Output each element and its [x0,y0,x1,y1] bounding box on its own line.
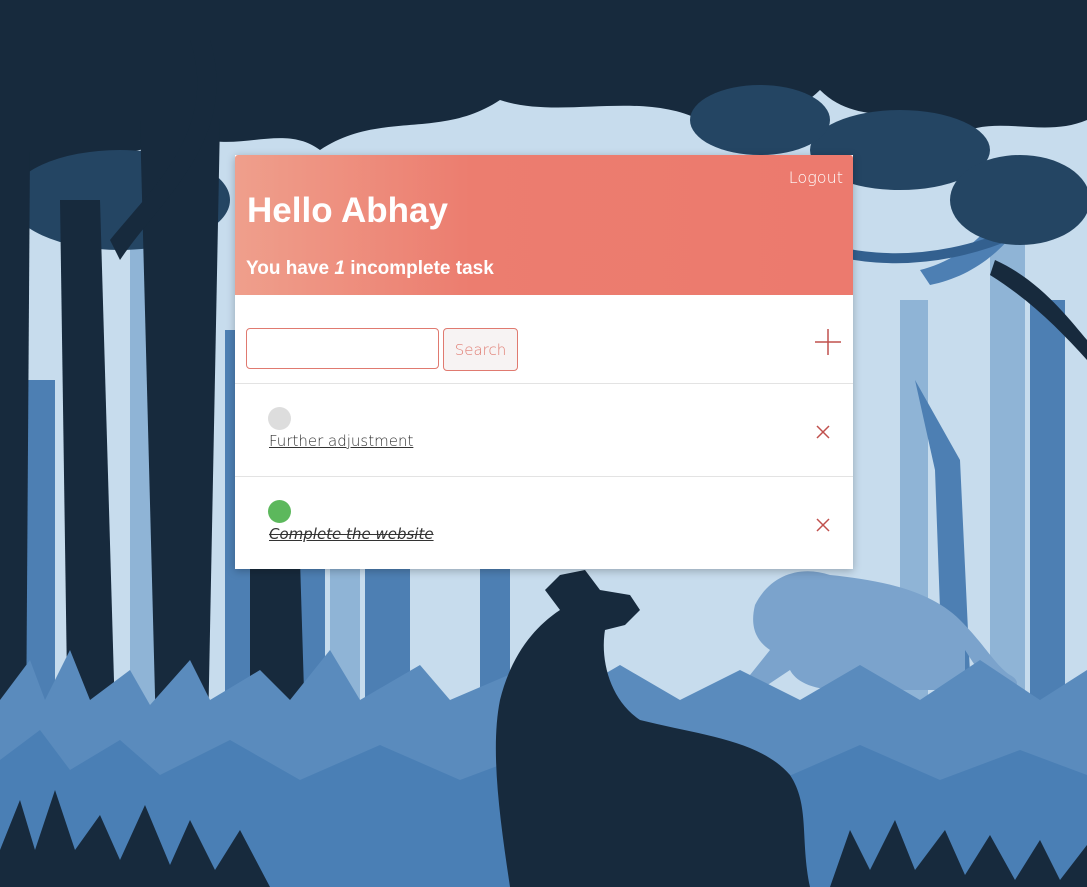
greeting-title: Hello Abhay [247,191,448,230]
close-icon[interactable] [815,424,831,440]
task-list: Further adjustment Complete the website [235,384,853,569]
search-button[interactable]: Search [443,328,518,371]
task-title[interactable]: Further adjustment [269,432,413,450]
logout-link[interactable]: Logout [789,168,843,187]
toolbar: Search [235,295,853,384]
task-row: Further adjustment [235,384,853,477]
task-summary: You have 1 incomplete task [246,258,494,280]
task-row: Complete the website [235,477,853,569]
incomplete-count: 1 [334,258,345,279]
summary-suffix: incomplete task [344,258,494,279]
task-title[interactable]: Complete the website [269,525,434,543]
plus-icon[interactable] [815,329,841,355]
task-incomplete-toggle[interactable] [268,407,291,430]
page-background: Logout Hello Abhay You have 1 incomplete… [0,0,1087,887]
search-input[interactable] [246,328,439,369]
todo-card: Logout Hello Abhay You have 1 incomplete… [235,155,853,569]
close-icon[interactable] [815,517,831,533]
task-complete-toggle[interactable] [268,500,291,523]
summary-prefix: You have [246,258,335,279]
card-header: Logout Hello Abhay You have 1 incomplete… [235,155,853,295]
